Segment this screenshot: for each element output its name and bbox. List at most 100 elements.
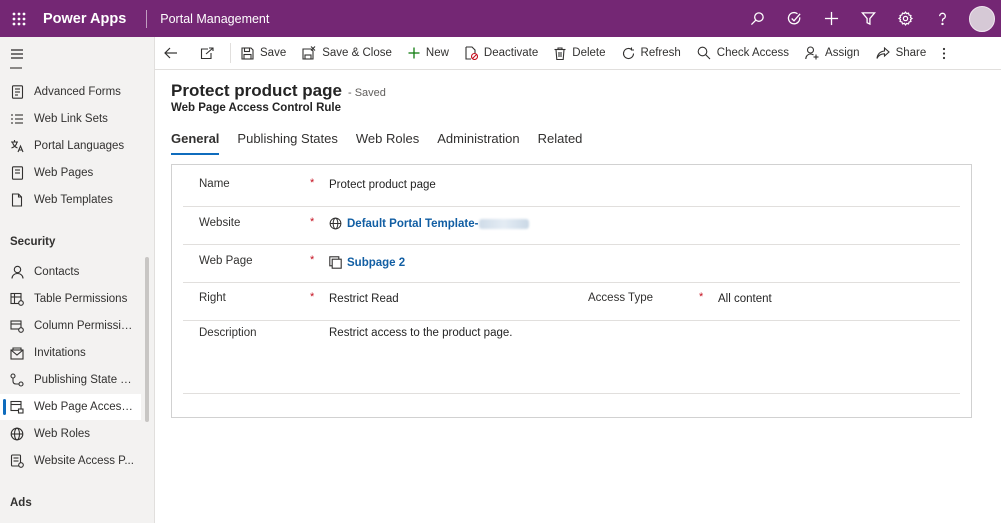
task-check-icon [787, 11, 801, 25]
add-button[interactable] [813, 0, 850, 37]
user-avatar[interactable] [969, 5, 995, 32]
sidebar-item-label: Web Roles [34, 428, 91, 440]
delete-button[interactable]: Delete [546, 37, 613, 70]
general-section: Name * Protect product page Website * De… [171, 164, 972, 418]
sidebar-item-label: Publishing State T... [34, 374, 134, 386]
open-in-new-window-button[interactable] [192, 37, 228, 70]
new-button[interactable]: New [400, 37, 457, 70]
tab-web-roles[interactable]: Web Roles [356, 131, 419, 153]
field-divider [183, 282, 960, 283]
access-type-field[interactable]: All content [718, 293, 772, 305]
deactivate-button[interactable]: Deactivate [457, 37, 546, 70]
sidebar-item-web-page-access-control-rules[interactable]: Web Page Access ... [0, 394, 141, 420]
right-label: Right [199, 292, 226, 304]
delete-label: Delete [572, 47, 606, 59]
plus-icon [824, 11, 839, 26]
sidebar-item-portal-languages[interactable]: Portal Languages [0, 133, 141, 159]
field-divider [183, 206, 960, 207]
save-button[interactable]: Save [233, 37, 294, 70]
trash-icon [554, 46, 566, 60]
required-marker: * [310, 177, 315, 189]
file-icon [9, 192, 25, 208]
sidebar-item-table-permissions[interactable]: Table Permissions [0, 286, 141, 312]
app-title[interactable]: Power Apps [43, 11, 126, 27]
sidebar-item-advanced-forms[interactable]: Advanced Forms [0, 79, 141, 105]
sidebar-item-label: Table Permissions [34, 293, 128, 305]
app-launcher-button[interactable] [0, 0, 37, 37]
sidebar-item-web-link-sets[interactable]: Web Link Sets [0, 106, 141, 132]
help-icon [939, 12, 946, 26]
sidebar-item-contacts[interactable]: Contacts [0, 259, 141, 285]
description-label: Description [199, 327, 257, 339]
settings-button[interactable] [887, 0, 924, 37]
page-access-icon [9, 399, 25, 415]
sidebar-item-label: Web Page Access ... [34, 401, 134, 413]
entity-name: Web Page Access Control Rule [171, 102, 341, 114]
sidebar-scrollbar[interactable] [145, 257, 149, 422]
new-label: New [425, 47, 449, 59]
save-and-close-button[interactable]: Save & Close [294, 37, 400, 70]
tab-administration[interactable]: Administration [437, 131, 519, 153]
section-heading-security: Security [10, 236, 56, 248]
share-icon [876, 46, 890, 59]
redacted-text [479, 218, 530, 229]
hamburger-menu-icon[interactable] [10, 48, 24, 60]
refresh-button[interactable]: Refresh [614, 37, 689, 70]
collapsed-item-stub [10, 67, 22, 69]
list-icon [9, 111, 25, 127]
filter-icon [861, 12, 876, 26]
share-button[interactable]: Share [868, 37, 935, 70]
description-field[interactable]: Restrict access to the product page. [329, 327, 512, 339]
right-field[interactable]: Restrict Read [329, 293, 399, 305]
sidebar-item-label: Advanced Forms [34, 86, 121, 98]
title-divider [146, 9, 148, 28]
person-icon [9, 264, 25, 280]
save-icon [241, 46, 254, 60]
name-field[interactable]: Protect product page [329, 179, 436, 191]
deactivate-icon [465, 46, 478, 60]
sidebar-item-invitations[interactable]: Invitations [0, 340, 141, 366]
document-icon [9, 84, 25, 100]
table-permission-icon [9, 291, 25, 307]
web-page-lookup-field[interactable]: Subpage 2 [329, 256, 405, 269]
sidebar-item-website-access-permissions[interactable]: Website Access P... [0, 448, 141, 474]
invitation-icon [9, 345, 25, 361]
website-link[interactable]: Default Portal Template- [347, 218, 478, 230]
deactivate-label: Deactivate [483, 47, 539, 59]
field-divider [183, 393, 960, 394]
sidebar-item-label: Contacts [34, 266, 80, 278]
field-divider [183, 320, 960, 321]
assign-button[interactable]: Assign [797, 37, 868, 70]
save-status: - Saved [347, 87, 386, 99]
refresh-icon [622, 47, 634, 59]
website-lookup-field[interactable]: Default Portal Template- [329, 217, 530, 230]
help-button[interactable] [924, 0, 961, 37]
sidebar-item-web-roles[interactable]: Web Roles [0, 421, 141, 447]
save-close-label: Save & Close [322, 47, 392, 59]
task-button[interactable] [776, 0, 813, 37]
sidebar-item-web-templates[interactable]: Web Templates [0, 187, 141, 213]
globe-icon [9, 426, 25, 442]
search-icon [750, 12, 764, 26]
website-label: Website [199, 217, 241, 229]
back-button[interactable] [155, 37, 192, 70]
search-button[interactable] [739, 0, 776, 37]
plus-icon [408, 47, 420, 59]
waffle-icon [12, 12, 25, 25]
tab-general[interactable]: General [171, 131, 220, 155]
check-access-button[interactable]: Check Access [689, 37, 797, 70]
tab-publishing-states[interactable]: Publishing States [237, 131, 337, 153]
web-page-label: Web Page [199, 255, 253, 267]
sidebar-item-label: Invitations [34, 347, 86, 359]
sidebar-item-web-pages[interactable]: Web Pages [0, 160, 141, 186]
environment-title[interactable]: Portal Management [160, 12, 269, 26]
flow-icon [9, 372, 25, 388]
web-page-link[interactable]: Subpage 2 [347, 257, 405, 269]
tab-related[interactable]: Related [538, 131, 583, 153]
required-marker: * [310, 291, 315, 303]
sidebar-item-publishing-state-transitions[interactable]: Publishing State T... [0, 367, 141, 393]
filter-button[interactable] [850, 0, 887, 37]
top-actions [739, 0, 1001, 37]
more-commands-button[interactable] [934, 37, 960, 70]
sidebar-item-column-permissions[interactable]: Column Permissio... [0, 313, 141, 339]
